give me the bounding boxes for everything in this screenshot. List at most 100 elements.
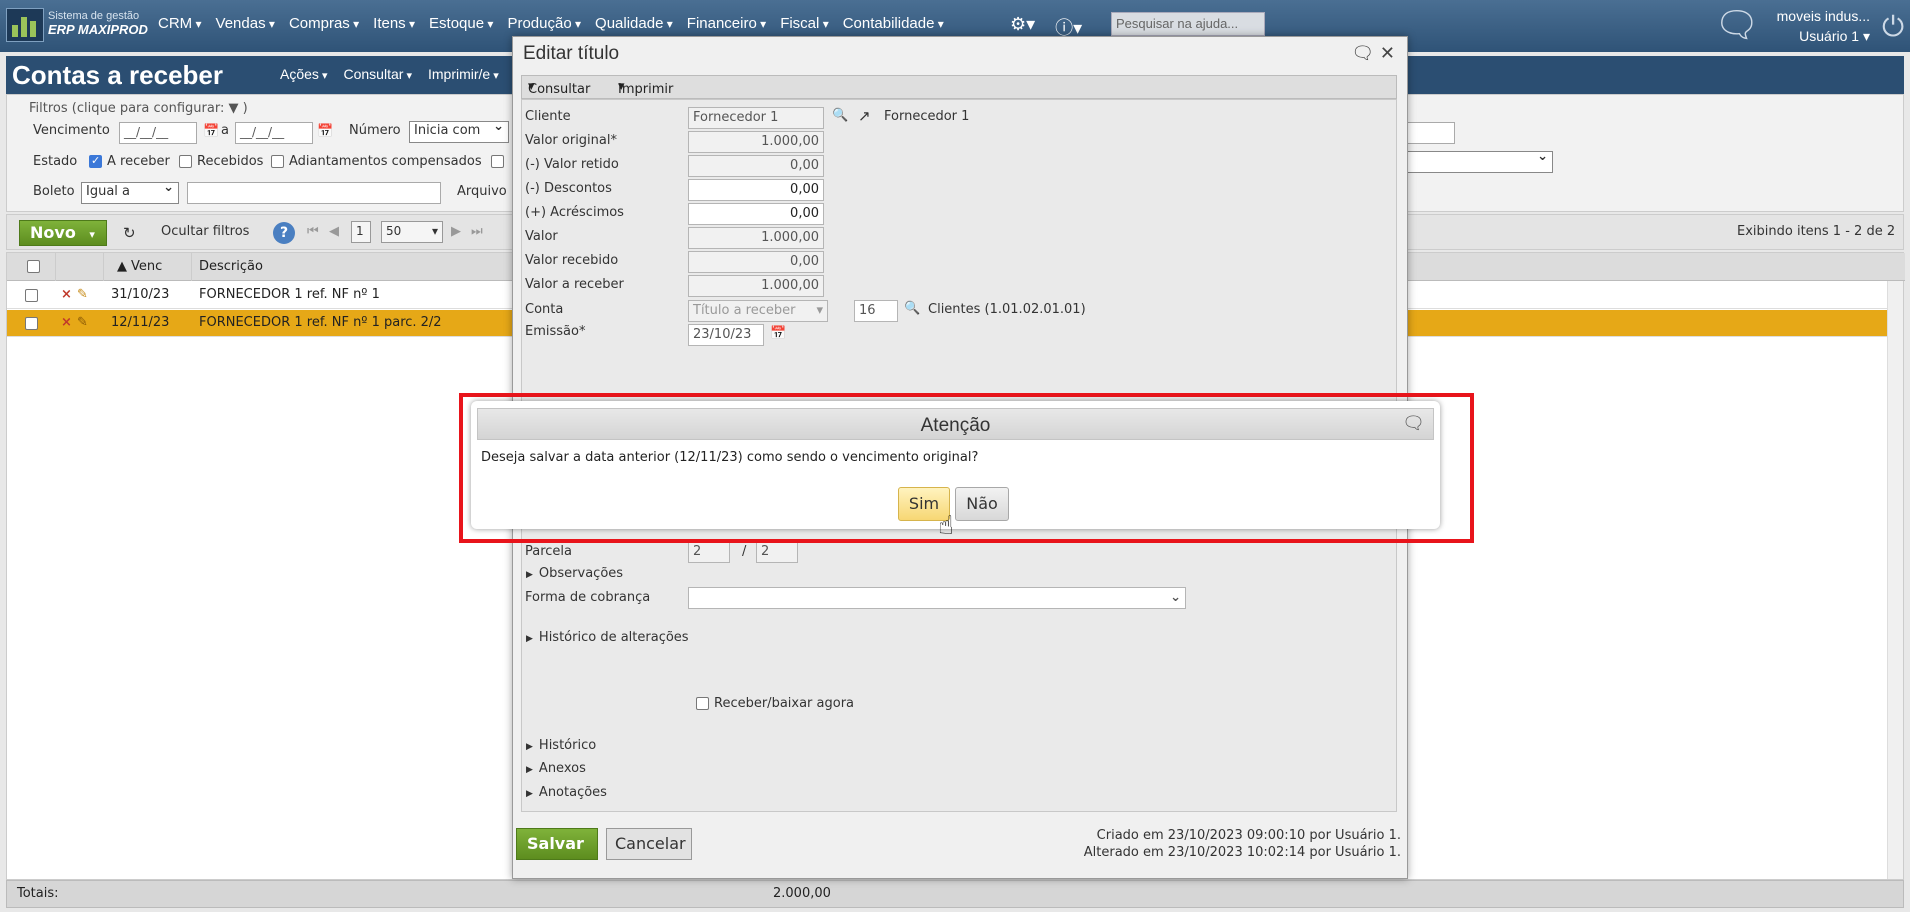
help-search-input[interactable]: Pesquisar na ajuda... bbox=[1111, 12, 1265, 36]
row-descricao: FORNECEDOR 1 ref. NF nº 1 parc. 2/2 bbox=[199, 315, 442, 330]
calendar-icon[interactable]: 📅 bbox=[203, 124, 219, 139]
menu-producao[interactable]: Produção bbox=[507, 15, 581, 32]
calendar-icon[interactable]: 📅 bbox=[770, 326, 786, 341]
valor-a-receber-input[interactable]: 1.000,00 bbox=[688, 275, 824, 297]
imprimir-menu[interactable]: Imprimir ▾ bbox=[618, 79, 673, 97]
last-page-icon[interactable]: ⏭ bbox=[471, 224, 483, 239]
arquivo-label: Arquivo bbox=[457, 184, 507, 199]
chevron-down-icon[interactable]: ▾ bbox=[89, 228, 95, 241]
extra-filter-select[interactable] bbox=[1407, 149, 1553, 173]
select-all-checkbox[interactable] bbox=[27, 260, 40, 273]
adiantamentos-checkbox[interactable] bbox=[271, 155, 284, 168]
conta-select[interactable]: Título a receber ▾ bbox=[688, 300, 828, 322]
user-menu[interactable]: moveis indus... Usuário 1 ▾ bbox=[1770, 6, 1870, 46]
prev-page-icon[interactable]: ◀ bbox=[329, 224, 339, 239]
edit-pencil-icon[interactable]: ✎ bbox=[77, 315, 88, 330]
sort-asc-icon[interactable]: ▲ bbox=[117, 259, 127, 274]
descontos-input[interactable]: 0,00 bbox=[688, 179, 824, 201]
recebidos-checkbox[interactable] bbox=[179, 155, 192, 168]
help-icon[interactable]: ? bbox=[273, 222, 295, 244]
valor-label: Valor bbox=[525, 229, 558, 244]
salvar-button[interactable]: Salvar bbox=[516, 828, 598, 860]
close-icon[interactable]: ✕ bbox=[1380, 43, 1395, 64]
vencimento-start-input[interactable]: __/__/__ bbox=[119, 122, 197, 144]
grid-scrollbar[interactable] bbox=[1887, 281, 1903, 879]
cliente-link[interactable]: Fornecedor 1 bbox=[884, 109, 969, 124]
parcela-total-input[interactable]: 2 bbox=[756, 541, 798, 563]
chat-bubble-icon[interactable]: 🗨 bbox=[1402, 413, 1425, 434]
anotacoes-toggle[interactable]: Anotações bbox=[526, 785, 607, 800]
numero-input[interactable] bbox=[1407, 122, 1455, 144]
valor-retido-input[interactable]: 0,00 bbox=[688, 155, 824, 177]
acrescimos-input[interactable]: 0,00 bbox=[688, 203, 824, 225]
nao-button[interactable]: Não bbox=[955, 487, 1009, 521]
calendar-icon[interactable]: 📅 bbox=[317, 124, 333, 139]
row-checkbox[interactable] bbox=[25, 289, 38, 302]
historico-alteracoes-toggle[interactable]: Histórico de alterações bbox=[526, 630, 689, 645]
extra-filter-checkbox[interactable] bbox=[491, 155, 504, 168]
search-icon[interactable]: 🔍 bbox=[904, 301, 920, 316]
menu-compras[interactable]: Compras bbox=[289, 15, 359, 32]
emissao-input[interactable]: 23/10/23 bbox=[688, 324, 764, 346]
page-number-input[interactable]: 1 bbox=[351, 221, 371, 243]
first-page-icon[interactable]: ⏮ bbox=[307, 224, 319, 239]
menu-crm[interactable]: CRM bbox=[158, 15, 202, 32]
main-menu: CRM Vendas Compras Itens Estoque Produçã… bbox=[158, 15, 944, 32]
menu-qualidade[interactable]: Qualidade bbox=[595, 15, 673, 32]
menu-itens[interactable]: Itens bbox=[373, 15, 415, 32]
cliente-input[interactable]: Fornecedor 1 bbox=[688, 107, 824, 129]
a-receber-checkbox[interactable] bbox=[89, 154, 102, 168]
per-page-select[interactable]: 50 ▾ bbox=[381, 221, 443, 243]
chat-bubble-icon[interactable]: 🗨 bbox=[1351, 43, 1374, 64]
external-link-icon[interactable]: ↗ bbox=[858, 107, 871, 125]
novo-button[interactable]: Novo ▾ bbox=[19, 220, 107, 246]
estado-label: Estado bbox=[33, 154, 78, 169]
next-page-icon[interactable]: ▶ bbox=[451, 224, 461, 239]
valor-recebido-label: Valor recebido bbox=[525, 253, 619, 268]
search-icon[interactable]: 🔍 bbox=[832, 108, 848, 123]
menu-contabilidade[interactable]: Contabilidade bbox=[843, 15, 944, 32]
column-header-venc[interactable]: Venc bbox=[131, 259, 162, 274]
conta-number-input[interactable]: 16 bbox=[854, 300, 898, 322]
menu-financeiro[interactable]: Financeiro bbox=[687, 15, 766, 32]
chat-bubble-icon[interactable]: 🗨 bbox=[1714, 8, 1760, 44]
parcela-atual-input[interactable]: 2 bbox=[688, 541, 730, 563]
observacoes-toggle[interactable]: Observações bbox=[526, 566, 623, 581]
vencimento-end-input[interactable]: __/__/__ bbox=[235, 122, 313, 144]
filters-legend[interactable]: Filtros (clique para configurar: ▼ ) bbox=[29, 101, 248, 116]
hand-cursor-icon: ☝ bbox=[938, 511, 954, 541]
maxiprod-logo-icon[interactable] bbox=[6, 8, 44, 42]
historico-toggle[interactable]: Histórico bbox=[526, 738, 596, 753]
receber-agora-checkbox[interactable] bbox=[696, 697, 709, 710]
dialog-title: Editar título bbox=[523, 43, 620, 64]
menu-imprimir[interactable]: Imprimir/e bbox=[428, 66, 499, 82]
funnel-icon[interactable]: ▼ bbox=[228, 101, 238, 116]
dialog-toolbar: Consultar ▾ Imprimir ▾ bbox=[521, 75, 1397, 99]
delete-icon[interactable]: × bbox=[61, 315, 72, 330]
consultar-menu[interactable]: Consultar ▾ bbox=[528, 79, 590, 97]
forma-cobranca-select[interactable]: ⌄ bbox=[688, 587, 1186, 609]
refresh-icon[interactable]: ↻ bbox=[123, 224, 136, 242]
edit-pencil-icon[interactable]: ✎ bbox=[77, 287, 88, 302]
cancelar-button[interactable]: Cancelar bbox=[606, 828, 692, 860]
logo-text[interactable]: Sistema de gestão ERP MAXIPROD bbox=[48, 9, 148, 37]
menu-estoque[interactable]: Estoque bbox=[429, 15, 493, 32]
row-checkbox[interactable] bbox=[25, 317, 38, 330]
column-header-descricao[interactable]: Descrição bbox=[199, 259, 263, 274]
valor-input[interactable]: 1.000,00 bbox=[688, 227, 824, 249]
ocultar-filtros-button[interactable]: Ocultar filtros bbox=[161, 224, 249, 239]
menu-fiscal[interactable]: Fiscal bbox=[780, 15, 829, 32]
anexos-toggle[interactable]: Anexos bbox=[526, 761, 586, 776]
menu-vendas[interactable]: Vendas bbox=[216, 15, 275, 32]
valor-recebido-input[interactable]: 0,00 bbox=[688, 251, 824, 273]
menu-consultar[interactable]: Consultar bbox=[344, 66, 413, 82]
receber-agora-label: Receber/baixar agora bbox=[714, 696, 855, 711]
menu-acoes[interactable]: Ações bbox=[280, 66, 328, 82]
boleto-input[interactable] bbox=[187, 182, 441, 204]
delete-icon[interactable]: × bbox=[61, 287, 72, 302]
valor-original-input[interactable]: 1.000,00 bbox=[688, 131, 824, 153]
totals-value: 2.000,00 bbox=[773, 886, 831, 901]
numero-select[interactable]: Inicia com bbox=[409, 119, 509, 143]
boleto-select[interactable]: Igual a bbox=[81, 180, 179, 204]
power-icon[interactable]: ⏻ bbox=[1882, 10, 1904, 44]
